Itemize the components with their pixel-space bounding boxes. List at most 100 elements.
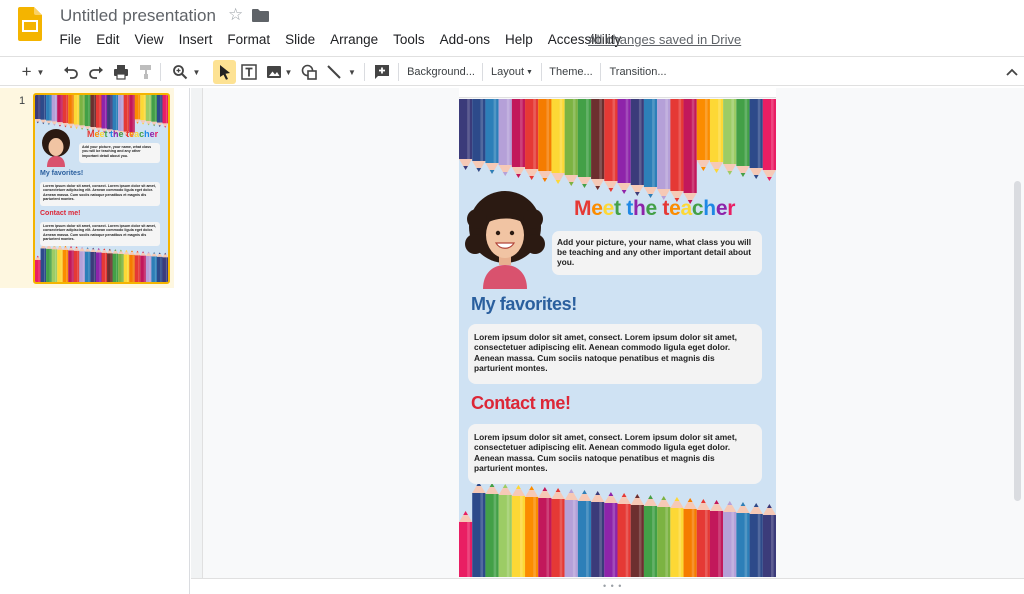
pencil-top — [749, 99, 763, 179]
image-button[interactable]: ▼ — [263, 60, 295, 84]
pencil-bottom — [123, 250, 130, 282]
menu-addons[interactable]: Add-ons — [432, 30, 497, 50]
pencil-bottom — [683, 498, 697, 577]
pencil-bottom — [35, 255, 41, 282]
print-button[interactable] — [110, 60, 132, 84]
pencil-bottom — [670, 497, 684, 577]
pencil-bottom — [145, 251, 152, 282]
slide-canvas-area[interactable]: Meet the teacher Add your picture, your … — [191, 88, 1024, 594]
pencil-top — [62, 95, 69, 128]
slides-logo-icon[interactable] — [18, 7, 42, 41]
thumbnail-contact-box: Lorem ipsum dolor sit amet, consect. Lor… — [40, 222, 160, 246]
comment-button[interactable] — [371, 60, 393, 84]
pencil-bottom — [156, 252, 163, 282]
title-letter: t — [626, 197, 633, 220]
undo-button[interactable] — [60, 60, 82, 84]
menu-tools[interactable]: Tools — [386, 30, 433, 50]
pencil-top — [95, 95, 102, 133]
slide-thumbnail[interactable]: Meet the teacher Add your picture, your … — [33, 93, 170, 284]
menu-insert[interactable]: Insert — [171, 30, 220, 50]
pencil-bottom — [118, 249, 124, 282]
toolbar-divider — [482, 63, 483, 81]
intro-text-box[interactable]: Add your picture, your name, what class … — [552, 231, 762, 275]
collapse-toolbar-button[interactable] — [1004, 60, 1020, 84]
folder-icon[interactable] — [252, 8, 269, 22]
menu-help[interactable]: Help — [497, 30, 540, 50]
pencil-bottom — [723, 501, 737, 577]
pencil-top — [485, 99, 499, 174]
pencil-top — [736, 99, 750, 177]
save-status-link[interactable]: All changes saved in Drive — [588, 32, 741, 47]
pencil-bottom — [617, 493, 631, 577]
menu-format[interactable]: Format — [220, 30, 278, 50]
drag-handle-icon[interactable]: • • • — [603, 581, 622, 591]
pencil-top — [723, 99, 737, 175]
document-title[interactable]: Untitled presentation — [60, 6, 216, 26]
redo-button[interactable] — [85, 60, 107, 84]
toolbar-divider — [541, 63, 542, 81]
pencil-top — [68, 95, 74, 129]
pencil-top — [498, 99, 512, 176]
text-box-button[interactable] — [238, 60, 260, 84]
text-box-icon — [241, 64, 257, 80]
favorites-text-box[interactable]: Lorem ipsum dolor sit amet, consect. Lor… — [468, 324, 762, 384]
menu-arrange[interactable]: Arrange — [323, 30, 386, 50]
horizontal-ruler — [459, 88, 776, 98]
pencil-top — [35, 95, 41, 124]
title-letter: e — [602, 197, 615, 220]
star-icon[interactable]: ☆ — [228, 5, 243, 25]
toolbar-divider — [600, 63, 601, 81]
pencil-top — [683, 99, 697, 204]
chevron-down-icon: ▼ — [284, 67, 293, 77]
header: Untitled presentation ☆ File Edit View I… — [0, 0, 1024, 54]
pencil-bottom — [696, 499, 710, 577]
toolbar: + ▼ ▼ ▼ ▼ Background... Layout ▼ Theme..… — [0, 56, 1024, 86]
pencil-bottom — [472, 482, 486, 577]
transition-button[interactable]: Transition... — [606, 60, 670, 84]
pencil-bottom — [129, 250, 135, 282]
pencil-top — [90, 95, 96, 132]
pencil-top — [73, 95, 80, 129]
speaker-notes-handle[interactable]: • • • — [191, 578, 1024, 594]
select-icon — [219, 65, 230, 80]
slide-title[interactable]: Meet the teacher — [574, 197, 735, 221]
pencil-bottom — [51, 244, 58, 282]
contact-heading[interactable]: Contact me! — [471, 393, 571, 414]
layout-button[interactable]: Layout ▼ — [488, 60, 536, 84]
slide[interactable]: Meet the teacher Add your picture, your … — [459, 99, 776, 577]
filmstrip-row-selected[interactable]: 1 Meet the teacher Add your picture, you… — [0, 88, 174, 288]
thumbnail-intro-box: Add your picture, your name, what class … — [79, 143, 160, 163]
pencil-bottom — [604, 492, 618, 577]
pencil-top — [657, 99, 671, 200]
title-letter: r — [727, 197, 736, 220]
select-tool-button[interactable] — [213, 60, 236, 84]
favorites-heading[interactable]: My favorites! — [471, 294, 577, 315]
pencil-top — [107, 95, 113, 134]
teacher-avatar[interactable] — [465, 189, 545, 289]
line-button[interactable]: ▼ — [323, 60, 359, 84]
slide-filmstrip: 1 Meet the teacher Add your picture, you… — [0, 88, 190, 594]
theme-button[interactable]: Theme... — [547, 60, 595, 84]
pencil-bottom — [40, 244, 47, 282]
pencil-bottom — [538, 487, 552, 577]
title-letter: e — [645, 197, 657, 220]
menu-view[interactable]: View — [127, 30, 171, 50]
vertical-scrollbar[interactable] — [1014, 181, 1021, 501]
background-button[interactable]: Background... — [404, 60, 478, 84]
pencil-top — [46, 95, 52, 125]
pencil-bottom — [511, 485, 526, 577]
pencil-bottom — [459, 511, 473, 577]
new-slide-button[interactable]: + ▼ — [18, 60, 48, 84]
paint-format-button[interactable] — [135, 60, 157, 84]
title-letter: M — [87, 129, 95, 139]
pencil-top — [643, 99, 658, 198]
menu-slide[interactable]: Slide — [278, 30, 323, 50]
toolbar-divider — [398, 63, 399, 81]
pencil-top — [630, 99, 644, 196]
pencil-bottom — [46, 244, 52, 282]
contact-text-box[interactable]: Lorem ipsum dolor sit amet, consect. Lor… — [468, 424, 762, 484]
menu-file[interactable]: File — [52, 30, 89, 50]
zoom-button[interactable]: ▼ — [168, 60, 204, 84]
menu-edit[interactable]: Edit — [89, 30, 127, 50]
shape-button[interactable] — [298, 60, 320, 84]
